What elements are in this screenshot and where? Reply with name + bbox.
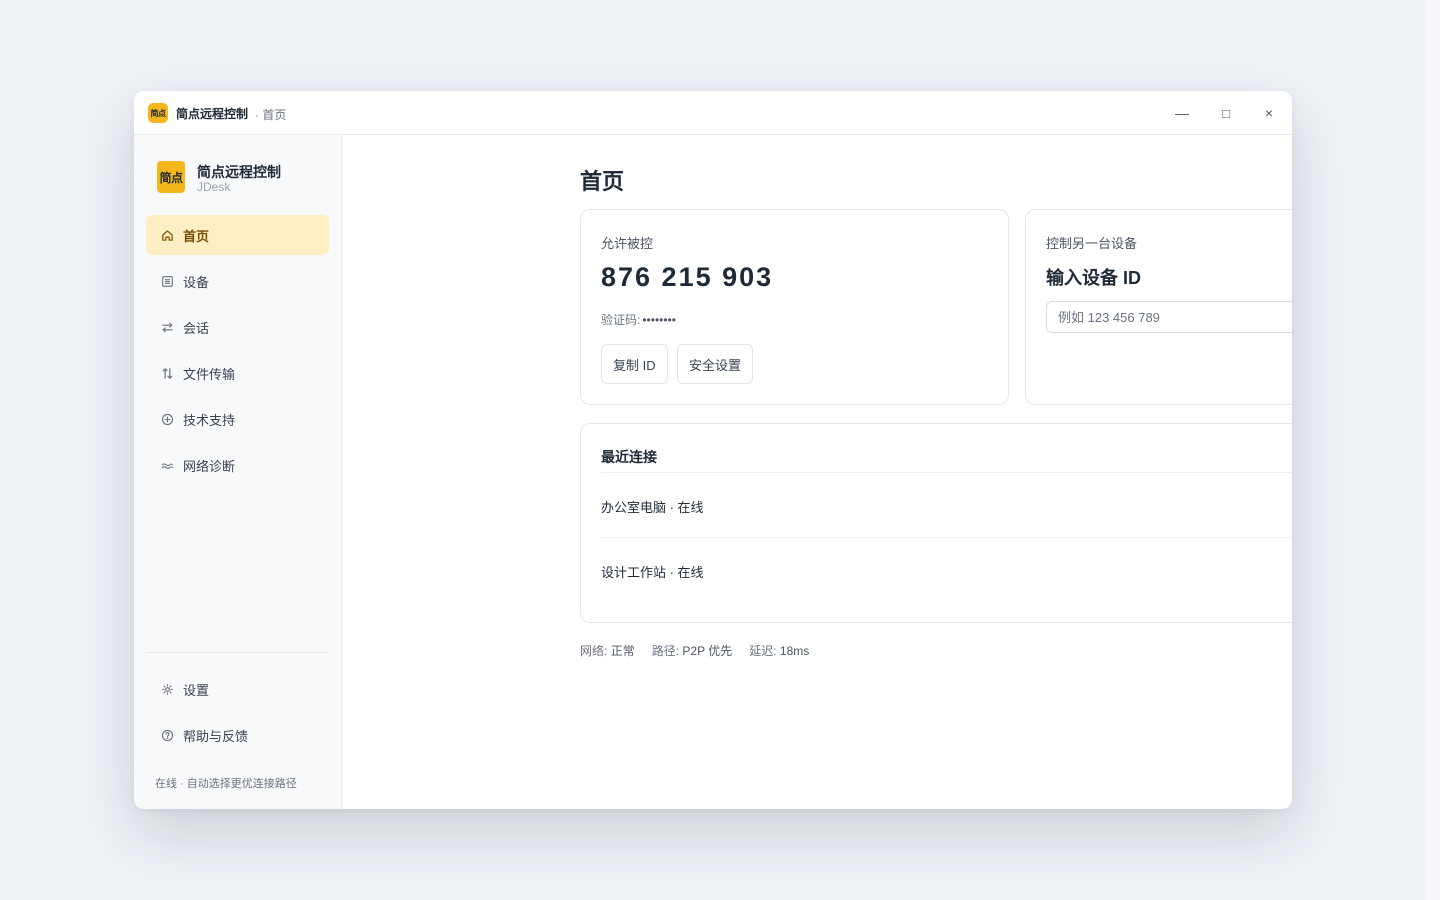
help-icon xyxy=(160,728,174,742)
connection-status: 在线 · 自动选择更优连接路径 xyxy=(155,778,297,790)
sidebar-item-label: 设置 xyxy=(183,682,210,698)
verification-code-value: •••••••• xyxy=(642,313,676,327)
device-id-input[interactable] xyxy=(1046,301,1292,333)
transfer-icon xyxy=(160,366,174,380)
sidebar-item-label: 网络诊断 xyxy=(183,458,236,474)
security-settings-button[interactable]: 安全设置 xyxy=(677,344,754,384)
copy-id-button[interactable]: 复制 ID xyxy=(601,344,668,384)
app-logo-icon: 简点 xyxy=(148,103,168,123)
sidebar-item-sessions[interactable]: 会话 xyxy=(146,307,329,347)
minimize-button[interactable]: — xyxy=(1168,99,1196,127)
control-device-title: 输入设备 ID xyxy=(1046,268,1142,288)
route-label: 路径: xyxy=(651,644,680,658)
sidebar-item-label: 首页 xyxy=(183,228,210,244)
sidebar-item-support[interactable]: 技术支持 xyxy=(146,399,329,439)
latency-value: 18ms xyxy=(779,644,810,658)
brand-name: 简点远程控制 xyxy=(197,164,281,180)
device-id: 876 215 903 xyxy=(601,262,774,292)
control-device-card: 控制另一台设备 输入设备 ID xyxy=(1025,209,1292,405)
verification-code-label: 验证码: xyxy=(601,313,641,327)
sidebar: 简点 简点远程控制 JDesk 首页 设备 会话 文件传输 技术支持 网络诊断 … xyxy=(134,135,342,809)
breadcrumb: · 首页 xyxy=(255,108,287,122)
sidebar-item-label: 帮助与反馈 xyxy=(183,728,249,744)
wave-icon xyxy=(160,458,174,472)
recent-connection-row[interactable]: 办公室电脑 · 在线 xyxy=(601,474,1292,538)
row-divider xyxy=(601,537,1292,538)
title-bar: 简点 简点远程控制 · 首页 — □ × xyxy=(134,91,1292,135)
sidebar-item-settings[interactable]: 设置 xyxy=(146,669,329,709)
route-status: 路径: P2P 优先 xyxy=(652,642,733,659)
desktop-edge xyxy=(1425,0,1440,900)
verification-code: 验证码: •••••••• xyxy=(601,311,676,328)
allow-control-card: 允许被控 876 215 903 验证码: •••••••• 复制 ID 安全设置 xyxy=(580,209,1009,405)
app-window: 简点 简点远程控制 · 首页 — □ × 简点 简点远程控制 JDesk 首页 … xyxy=(134,91,1292,809)
sidebar-item-label: 会话 xyxy=(183,320,210,336)
network-value: 正常 xyxy=(610,644,635,658)
sidebar-item-label: 技术支持 xyxy=(183,412,236,428)
route-value: P2P 优先 xyxy=(682,644,733,658)
brand-logo-icon: 简点 xyxy=(157,161,185,193)
recent-connections-title: 最近连接 xyxy=(601,449,657,465)
list-icon xyxy=(160,274,174,288)
recent-connection-row[interactable]: 设计工作站 · 在线 xyxy=(601,539,1292,603)
gear-icon xyxy=(160,682,174,696)
page-title: 首页 xyxy=(580,169,625,194)
sidebar-item-help[interactable]: 帮助与反馈 xyxy=(146,715,329,755)
sidebar-item-home[interactable]: 首页 xyxy=(146,215,329,255)
brand-subtitle: JDesk xyxy=(197,180,231,194)
sidebar-item-label: 文件传输 xyxy=(183,366,236,382)
latency-label: 延迟: xyxy=(749,644,777,658)
allow-control-label: 允许被控 xyxy=(601,236,654,251)
sidebar-item-devices[interactable]: 设备 xyxy=(146,261,329,301)
window-title: 简点远程控制 xyxy=(176,107,249,121)
close-button[interactable]: × xyxy=(1255,99,1283,127)
latency-status: 延迟: 18ms xyxy=(749,642,809,659)
sidebar-item-label: 设备 xyxy=(183,274,210,290)
network-status: 网络: 正常 xyxy=(580,642,635,659)
home-icon xyxy=(160,228,174,242)
recent-connections-card: 最近连接 办公室电脑 · 在线 设计工作站 · 在线 xyxy=(580,423,1292,623)
sidebar-divider xyxy=(146,652,329,653)
sidebar-item-file-transfer[interactable]: 文件传输 xyxy=(146,353,329,393)
control-device-label: 控制另一台设备 xyxy=(1046,236,1138,251)
plus-circle-icon xyxy=(160,412,174,426)
network-status-bar: 网络: 正常 路径: P2P 优先 延迟: 18ms xyxy=(580,642,826,659)
sidebar-item-network-diagnostics[interactable]: 网络诊断 xyxy=(146,445,329,485)
swap-icon xyxy=(160,320,174,334)
row-divider xyxy=(601,472,1292,473)
maximize-button[interactable]: □ xyxy=(1212,99,1240,127)
network-label: 网络: xyxy=(580,644,608,658)
